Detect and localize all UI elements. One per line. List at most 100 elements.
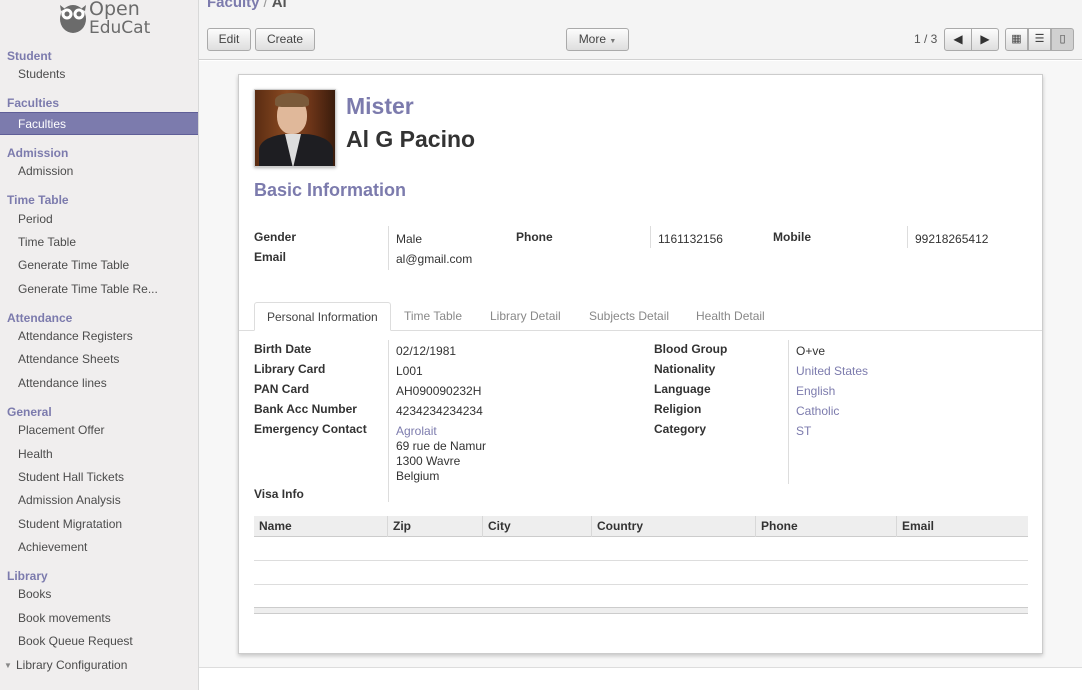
emergency-address-city: 1300 Wavre <box>396 454 461 468</box>
control-panel: Faculty / Al Edit Create More ▼ 1 / 3 ◀ ▶ … <box>199 0 1082 60</box>
tab-personal-information[interactable]: Personal Information <box>254 302 391 331</box>
arrow-left-icon: ◀ <box>953 32 963 46</box>
breadcrumb-current: Al <box>271 0 287 11</box>
nationality-link[interactable]: United States <box>796 364 868 378</box>
list-icon: ☰ <box>1034 33 1045 45</box>
sidebar-item-attendance-registers[interactable]: Attendance Registers <box>0 325 198 348</box>
library-card-label: Library Card <box>254 362 326 376</box>
logo-text-open: Open <box>89 0 140 20</box>
column-header-country[interactable]: Country <box>597 519 643 533</box>
column-separator <box>591 516 592 537</box>
tab-time-table[interactable]: Time Table <box>392 302 474 331</box>
column-separator <box>896 516 897 537</box>
sidebar-item-placement-offer[interactable]: Placement Offer <box>0 419 198 442</box>
emergency-address-country: Belgium <box>396 469 440 483</box>
grid-icon: ▦ <box>1011 33 1022 45</box>
kanban-view-button[interactable]: ▦ <box>1005 28 1028 51</box>
sidebar-item-admission[interactable]: Admission <box>0 160 198 183</box>
mobile-label: Mobile <box>773 230 811 244</box>
tab-health-detail[interactable]: Health Detail <box>684 302 777 331</box>
divider <box>650 226 651 248</box>
pager-counter[interactable]: 1 / 3 <box>914 32 937 46</box>
sidebar-item-time-table[interactable]: Time Table <box>0 231 198 254</box>
sidebar-item-generate-time-table[interactable]: Generate Time Table <box>0 254 198 277</box>
sidebar-item-period[interactable]: Period <box>0 208 198 231</box>
gender-label: Gender <box>254 230 297 244</box>
blood-group-label: Blood Group <box>654 342 728 356</box>
section-time-table: Time Table <box>7 193 69 207</box>
emergency-contact-label: Emergency Contact <box>254 422 367 436</box>
tab-library-detail[interactable]: Library Detail <box>478 302 573 331</box>
category-label: Category <box>654 422 707 436</box>
owl-icon <box>60 5 86 33</box>
column-header-email[interactable]: Email <box>902 519 934 533</box>
contacts-table-header: Name Zip City Country Phone Email <box>254 516 1028 537</box>
religion-link[interactable]: Catholic <box>796 404 839 418</box>
sidebar-item-faculties[interactable]: Faculties <box>0 112 198 135</box>
pan-card-value: AH090090232H <box>396 384 482 398</box>
sidebar-item-student-hall-tickets[interactable]: Student Hall Tickets <box>0 466 198 489</box>
form-view-button[interactable]: ▯ <box>1051 28 1074 51</box>
divider <box>388 226 389 270</box>
sidebar-item-book-movements[interactable]: Book movements <box>0 607 198 630</box>
column-header-phone[interactable]: Phone <box>761 519 798 533</box>
sidebar-item-admission-analysis[interactable]: Admission Analysis <box>0 489 198 512</box>
list-view-button[interactable]: ☰ <box>1028 28 1051 51</box>
form-sheet <box>238 74 1043 654</box>
section-faculties: Faculties <box>7 96 60 110</box>
table-row <box>254 584 1028 585</box>
previous-record-button[interactable]: ◀ <box>944 28 972 51</box>
section-library: Library <box>7 569 48 583</box>
birth-date-value: 02/12/1981 <box>396 344 457 358</box>
caret-down-icon: ▼ <box>4 661 12 670</box>
sidebar-item-attendance-sheets[interactable]: Attendance Sheets <box>0 348 198 371</box>
column-separator <box>755 516 756 537</box>
breadcrumb-parent[interactable]: Faculty <box>207 0 260 11</box>
breadcrumb: Faculty / Al <box>207 0 287 11</box>
sidebar-item-attendance-lines[interactable]: Attendance lines <box>0 372 198 395</box>
library-card-value: L001 <box>396 364 423 378</box>
category-link[interactable]: ST <box>796 424 811 438</box>
emergency-contact-link[interactable]: Agrolait <box>396 424 437 438</box>
language-label: Language <box>654 382 711 396</box>
blood-group-value: O+ve <box>796 344 826 358</box>
sidebar-item-students[interactable]: Students <box>0 63 198 86</box>
breadcrumb-separator: / <box>263 0 268 11</box>
phone-value: 1161132156 <box>658 232 723 246</box>
language-link[interactable]: English <box>796 384 835 398</box>
faculty-photo[interactable] <box>254 89 336 167</box>
sidebar-item-label: Library Configuration <box>16 658 128 672</box>
edit-button[interactable]: Edit <box>207 28 251 51</box>
faculty-name: Al G Pacino <box>346 126 476 152</box>
table-footer <box>254 607 1028 614</box>
arrow-right-icon: ▶ <box>980 32 990 46</box>
phone-label: Phone <box>516 230 553 244</box>
sidebar-item-achievement[interactable]: Achievement <box>0 536 198 559</box>
sidebar-item-generate-time-table-report[interactable]: Generate Time Table Re... <box>0 278 198 301</box>
column-header-city[interactable]: City <box>488 519 511 533</box>
sidebar-item-library-configuration[interactable]: ▼ Library Configuration <box>0 654 198 677</box>
sidebar-item-books[interactable]: Books <box>0 583 198 606</box>
column-header-name[interactable]: Name <box>259 519 292 533</box>
section-student: Student <box>7 49 52 63</box>
column-separator <box>482 516 483 537</box>
caret-down-icon: ▼ <box>609 38 617 45</box>
next-record-button[interactable]: ▶ <box>971 28 999 51</box>
column-separator <box>387 516 388 537</box>
sidebar-item-health[interactable]: Health <box>0 443 198 466</box>
sidebar-item-student-migration[interactable]: Student Migratation <box>0 513 198 536</box>
more-dropdown[interactable]: More ▼ <box>566 28 629 51</box>
sidebar-item-book-queue-request[interactable]: Book Queue Request <box>0 630 198 653</box>
footer-strip <box>199 667 1082 690</box>
logo-text-educat: EduCat <box>89 18 151 38</box>
create-button[interactable]: Create <box>255 28 315 51</box>
column-header-zip[interactable]: Zip <box>393 519 411 533</box>
pan-card-label: PAN Card <box>254 382 310 396</box>
tab-subjects-detail[interactable]: Subjects Detail <box>577 302 681 331</box>
bank-acc-value: 4234234234234 <box>396 404 483 418</box>
divider <box>388 340 389 502</box>
religion-label: Religion <box>654 402 702 416</box>
email-value: al@gmail.com <box>396 252 473 266</box>
openeducat-logo[interactable]: Open EduCat <box>57 0 157 40</box>
bank-acc-label: Bank Acc Number <box>254 402 357 416</box>
